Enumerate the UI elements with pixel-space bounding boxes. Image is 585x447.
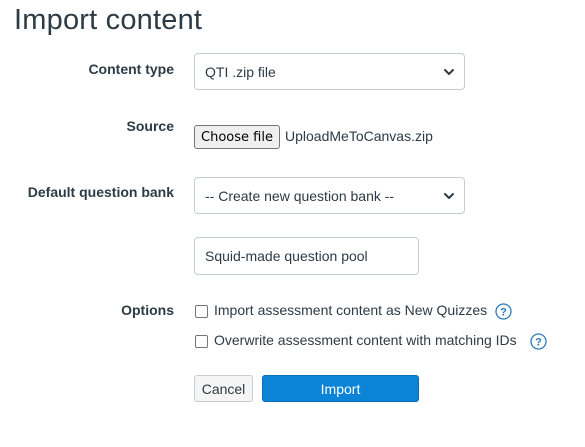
content-type-select[interactable]: QTI .zip file xyxy=(194,53,465,90)
question-bank-value: -- Create new question bank -- xyxy=(205,187,395,204)
source-label: Source xyxy=(126,118,174,134)
new-quizzes-checkbox-label[interactable]: Import assessment content as New Quizzes xyxy=(214,302,487,318)
chevron-down-icon xyxy=(444,193,454,199)
content-type-value: QTI .zip file xyxy=(205,63,276,80)
question-bank-select[interactable]: -- Create new question bank -- xyxy=(194,177,465,214)
selected-file-name: UploadMeToCanvas.zip xyxy=(285,128,433,144)
choose-file-button[interactable]: Choose file xyxy=(194,125,280,149)
help-icon[interactable]: ? xyxy=(495,303,512,320)
svg-text:?: ? xyxy=(500,307,507,319)
page-title: Import content xyxy=(14,4,203,36)
content-type-label: Content type xyxy=(88,61,174,77)
cancel-button[interactable]: Cancel xyxy=(194,375,253,402)
help-icon[interactable]: ? xyxy=(530,333,547,350)
new-quizzes-checkbox[interactable] xyxy=(195,305,208,318)
new-question-bank-name-input[interactable]: Squid-made question pool xyxy=(194,237,419,275)
svg-text:?: ? xyxy=(535,337,542,349)
options-label: Options xyxy=(121,302,174,318)
overwrite-checkbox-label[interactable]: Overwrite assessment content with matchi… xyxy=(214,332,517,348)
import-button[interactable]: Import xyxy=(262,375,419,402)
overwrite-checkbox[interactable] xyxy=(195,335,208,348)
question-bank-label: Default question bank xyxy=(27,184,174,200)
chevron-down-icon xyxy=(444,69,454,75)
new-question-bank-name-value: Squid-made question pool xyxy=(205,248,368,264)
